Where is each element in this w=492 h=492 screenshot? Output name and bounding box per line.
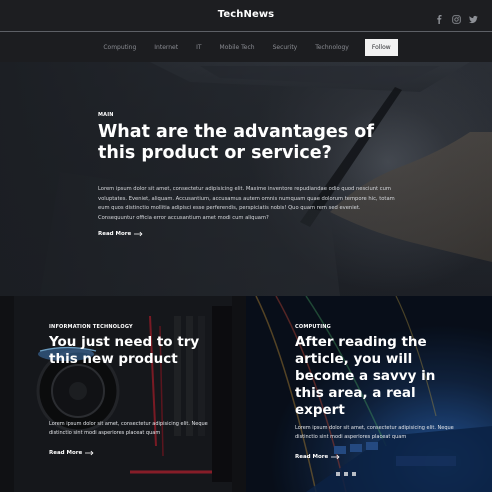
- hero-content: MAIN What are the advantages of this pro…: [98, 112, 398, 237]
- hero-category[interactable]: MAIN: [98, 112, 398, 118]
- card-title[interactable]: After reading the article, you will beco…: [295, 334, 465, 419]
- read-more-label: Read More: [295, 454, 329, 460]
- category-nav: Computing Internet IT Mobile Tech Securi…: [0, 32, 492, 62]
- nav-item-mobile-tech[interactable]: Mobile Tech: [211, 44, 264, 51]
- card-excerpt: Lorem ipsum dolor sit amet, consectetur …: [295, 425, 454, 440]
- instagram-icon[interactable]: [452, 9, 461, 24]
- nav-item-technology[interactable]: Technology: [306, 44, 358, 51]
- article-card-it[interactable]: INFORMATION TECHNOLOGY You just need to …: [0, 296, 246, 492]
- card-read-more-link[interactable]: Read More: [295, 454, 340, 460]
- facebook-icon[interactable]: [435, 9, 444, 24]
- nav-item-security[interactable]: Security: [264, 44, 307, 51]
- nav-item-internet[interactable]: Internet: [145, 44, 187, 51]
- hero-article: MAIN What are the advantages of this pro…: [0, 62, 492, 296]
- site-header: TechNews: [0, 0, 492, 31]
- card-read-more-link[interactable]: Read More: [49, 450, 94, 456]
- hero-excerpt: Lorem ipsum dolor sit amet, consectetur …: [98, 186, 395, 221]
- card-category[interactable]: COMPUTING: [295, 324, 465, 330]
- social-links: [435, 9, 478, 24]
- card-content: COMPUTING After reading the article, you…: [295, 324, 465, 419]
- twitter-icon[interactable]: [469, 9, 478, 24]
- read-more-label: Read More: [98, 231, 132, 237]
- read-more-label: Read More: [49, 450, 83, 456]
- site-logo[interactable]: TechNews: [0, 9, 492, 20]
- follow-button[interactable]: Follow: [364, 38, 398, 56]
- arrow-right-icon: [331, 454, 340, 460]
- card-content: INFORMATION TECHNOLOGY You just need to …: [49, 324, 219, 368]
- arrow-right-icon: [85, 450, 94, 456]
- hero-title[interactable]: What are the advantages of this product …: [98, 122, 398, 164]
- card-title[interactable]: You just need to try this new product: [49, 334, 209, 368]
- hero-read-more-link[interactable]: Read More: [98, 231, 398, 237]
- arrow-right-icon: [134, 231, 143, 237]
- article-card-computing[interactable]: COMPUTING After reading the article, you…: [246, 296, 492, 492]
- card-category[interactable]: INFORMATION TECHNOLOGY: [49, 324, 219, 330]
- nav-item-it[interactable]: IT: [187, 44, 210, 51]
- nav-item-computing[interactable]: Computing: [94, 44, 145, 51]
- card-excerpt: Lorem ipsum dolor sit amet, consectetur …: [49, 421, 208, 436]
